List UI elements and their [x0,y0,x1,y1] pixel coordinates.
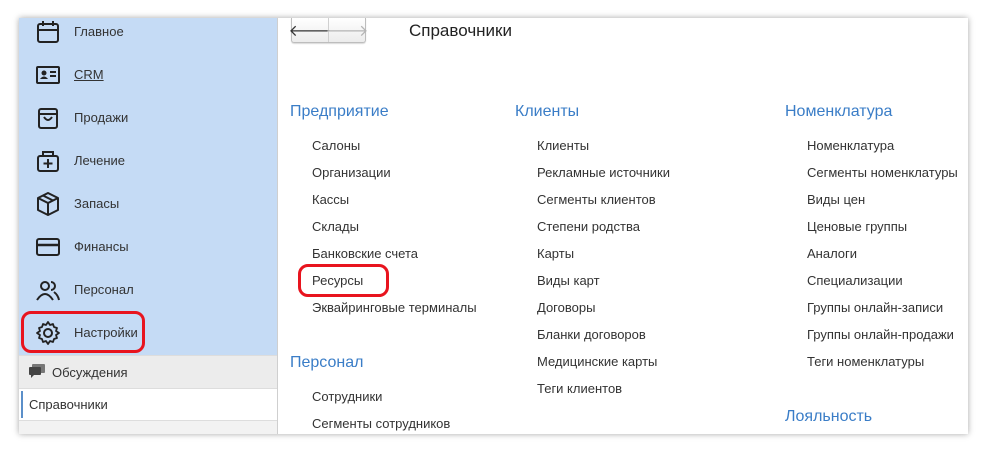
sidebar-item-label: CRM [74,67,104,82]
link-price-groups[interactable]: Ценовые группы [807,219,907,234]
section-title-enterprise[interactable]: Предприятие [290,103,389,121]
sidebar-item-label: Запасы [74,196,120,211]
link-online-booking-groups[interactable]: Группы онлайн-записи [807,300,943,315]
forward-button[interactable]: 🡒 [326,18,369,42]
sidebar-item-sales[interactable]: Продажи [19,96,277,139]
history-nav: 🡐 🡒 [289,18,369,43]
link-contract-forms[interactable]: Бланки договоров [537,327,646,342]
sidebar-item-main[interactable]: Главное [19,18,277,53]
back-button[interactable]: 🡐 [289,18,331,42]
link-bank-accounts[interactable]: Банковские счета [312,246,418,261]
medical-bag-icon [34,147,62,175]
highlight-annotation [298,264,389,297]
link-nomenclature[interactable]: Номенклатура [807,138,894,153]
link-price-types[interactable]: Виды цен [807,192,865,207]
link-medical-records[interactable]: Медицинские карты [537,354,657,369]
link-online-sales-groups[interactable]: Группы онлайн-продажи [807,327,954,342]
link-nomenclature-tags[interactable]: Теги номенклатуры [807,354,924,369]
sidebar-item-stock[interactable]: Запасы [19,182,277,225]
discussions-label: Обсуждения [52,364,128,380]
link-client-segments[interactable]: Сегменты клиентов [537,192,656,207]
sidebar-item-label: Справочники [29,397,108,412]
link-kinship-degrees[interactable]: Степени родства [537,219,640,234]
discussions-button[interactable]: Обсуждения [19,356,277,389]
section-title-personnel[interactable]: Персонал [290,354,363,372]
chat-icon [29,364,45,378]
sidebar-item-label: Лечение [74,153,126,168]
box-icon [34,190,62,218]
link-employee-segments[interactable]: Сегменты сотрудников [312,416,450,431]
link-specializations[interactable]: Специализации [807,273,903,288]
sidebar-item-finance[interactable]: Финансы [19,225,277,268]
sidebar-item-personnel[interactable]: Персонал [19,268,277,311]
id-card-icon [34,61,62,89]
highlight-annotation [21,311,145,353]
link-contracts[interactable]: Договоры [537,300,595,315]
sidebar: Главное CRM Продажи Лечение Запасы Финан… [19,18,277,355]
link-clients[interactable]: Клиенты [537,138,589,153]
page-title: Справочники [409,21,512,40]
sidebar-item-spravochniki[interactable]: Справочники [19,389,277,421]
section-title-clients[interactable]: Клиенты [515,103,579,121]
sidebar-item-treatment[interactable]: Лечение [19,139,277,182]
link-warehouses[interactable]: Склады [312,219,359,234]
shopping-bag-icon [34,104,62,132]
link-salons[interactable]: Салоны [312,138,360,153]
link-organizations[interactable]: Организации [312,165,391,180]
link-employees[interactable]: Сотрудники [312,389,382,404]
link-cards[interactable]: Карты [537,246,574,261]
link-ad-sources[interactable]: Рекламные источники [537,165,670,180]
calendar-icon [34,18,62,46]
link-nomenclature-segments[interactable]: Сегменты номенклатуры [807,165,958,180]
section-title-loyalty[interactable]: Лояльность [785,408,872,426]
sidebar-bottom-panel: Обсуждения Справочники [19,355,277,434]
sidebar-item-crm[interactable]: CRM [19,53,277,96]
sidebar-item-label: Продажи [74,110,129,125]
main-content: 🡐 🡒 Справочники Предприятие Салоны Орган… [277,18,968,434]
section-title-nomenclature[interactable]: Номенклатура [785,103,892,121]
sidebar-item-label: Финансы [74,239,129,254]
active-indicator [21,391,23,418]
sidebar-item-label: Главное [74,24,124,39]
sidebar-item-label: Персонал [74,282,134,297]
credit-card-icon [34,233,62,261]
link-card-types[interactable]: Виды карт [537,273,600,288]
app-window: Главное CRM Продажи Лечение Запасы Финан… [19,18,968,434]
link-acquiring-terminals[interactable]: Эквайринговые терминалы [312,300,477,315]
users-icon [34,276,62,304]
link-analogs[interactable]: Аналоги [807,246,857,261]
link-cash-desks[interactable]: Кассы [312,192,349,207]
link-client-tags[interactable]: Теги клиентов [537,381,622,396]
